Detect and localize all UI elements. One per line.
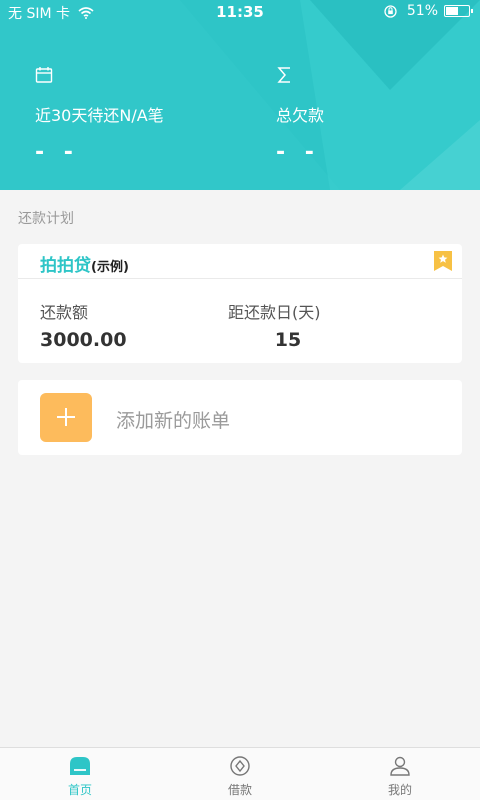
add-bill-button[interactable]	[40, 393, 92, 442]
status-bar: 无 SIM 卡 11:35 51%	[0, 0, 480, 24]
tab-bar: 首页 借款 我的	[0, 747, 480, 800]
pending-label: 近30天待还N/A笔	[35, 106, 164, 125]
amount-label: 还款额	[40, 303, 89, 322]
days-column: 距还款日(天) 15	[228, 299, 348, 351]
tab-me[interactable]: 我的	[360, 756, 440, 798]
battery-icon	[444, 5, 473, 17]
rotation-lock-icon	[384, 4, 397, 18]
total-label: 总欠款	[276, 106, 325, 125]
battery-fill	[446, 7, 459, 15]
repayment-plan-card[interactable]: 拍拍贷(示例) 还款额 3000.00 距还款日(天) 15	[18, 244, 462, 363]
add-bill-label: 添加新的账单	[116, 410, 231, 432]
section-title: 还款计划	[18, 211, 74, 227]
home-icon	[70, 757, 90, 775]
amount-column: 还款额 3000.00	[40, 299, 127, 351]
tab-loan[interactable]: 借款	[200, 756, 280, 798]
pending-value: - -	[35, 140, 79, 165]
summary-header: 无 SIM 卡 11:35 51% 近30天待还N/A笔 - - 总欠款 - -	[0, 0, 480, 190]
total-value: - -	[276, 140, 320, 165]
pending-stat[interactable]: 近30天待还N/A笔 - -	[35, 66, 164, 165]
days-label: 距还款日(天)	[228, 303, 321, 322]
sample-tag: (示例)	[91, 260, 129, 275]
tab-home[interactable]: 首页	[40, 756, 120, 798]
plus-icon	[57, 408, 75, 426]
amount-value: 3000.00	[40, 329, 127, 351]
tab-home-label: 首页	[67, 783, 92, 797]
lender-name-text: 拍拍贷	[40, 256, 91, 276]
calendar-icon	[35, 67, 53, 83]
lender-name: 拍拍贷(示例)	[40, 251, 129, 276]
coin-icon	[230, 756, 250, 776]
tab-me-label: 我的	[387, 783, 412, 797]
total-stat[interactable]: 总欠款 - -	[276, 66, 324, 165]
tab-loan-label: 借款	[227, 783, 252, 797]
days-value: 15	[274, 329, 302, 351]
person-icon	[390, 756, 410, 776]
bookmark-star-icon[interactable]	[434, 251, 452, 271]
plan-card-header: 拍拍贷(示例)	[18, 244, 462, 279]
sigma-icon	[277, 67, 290, 83]
battery-percent: 51%	[406, 3, 438, 19]
add-bill-card[interactable]: 添加新的账单	[18, 380, 462, 455]
